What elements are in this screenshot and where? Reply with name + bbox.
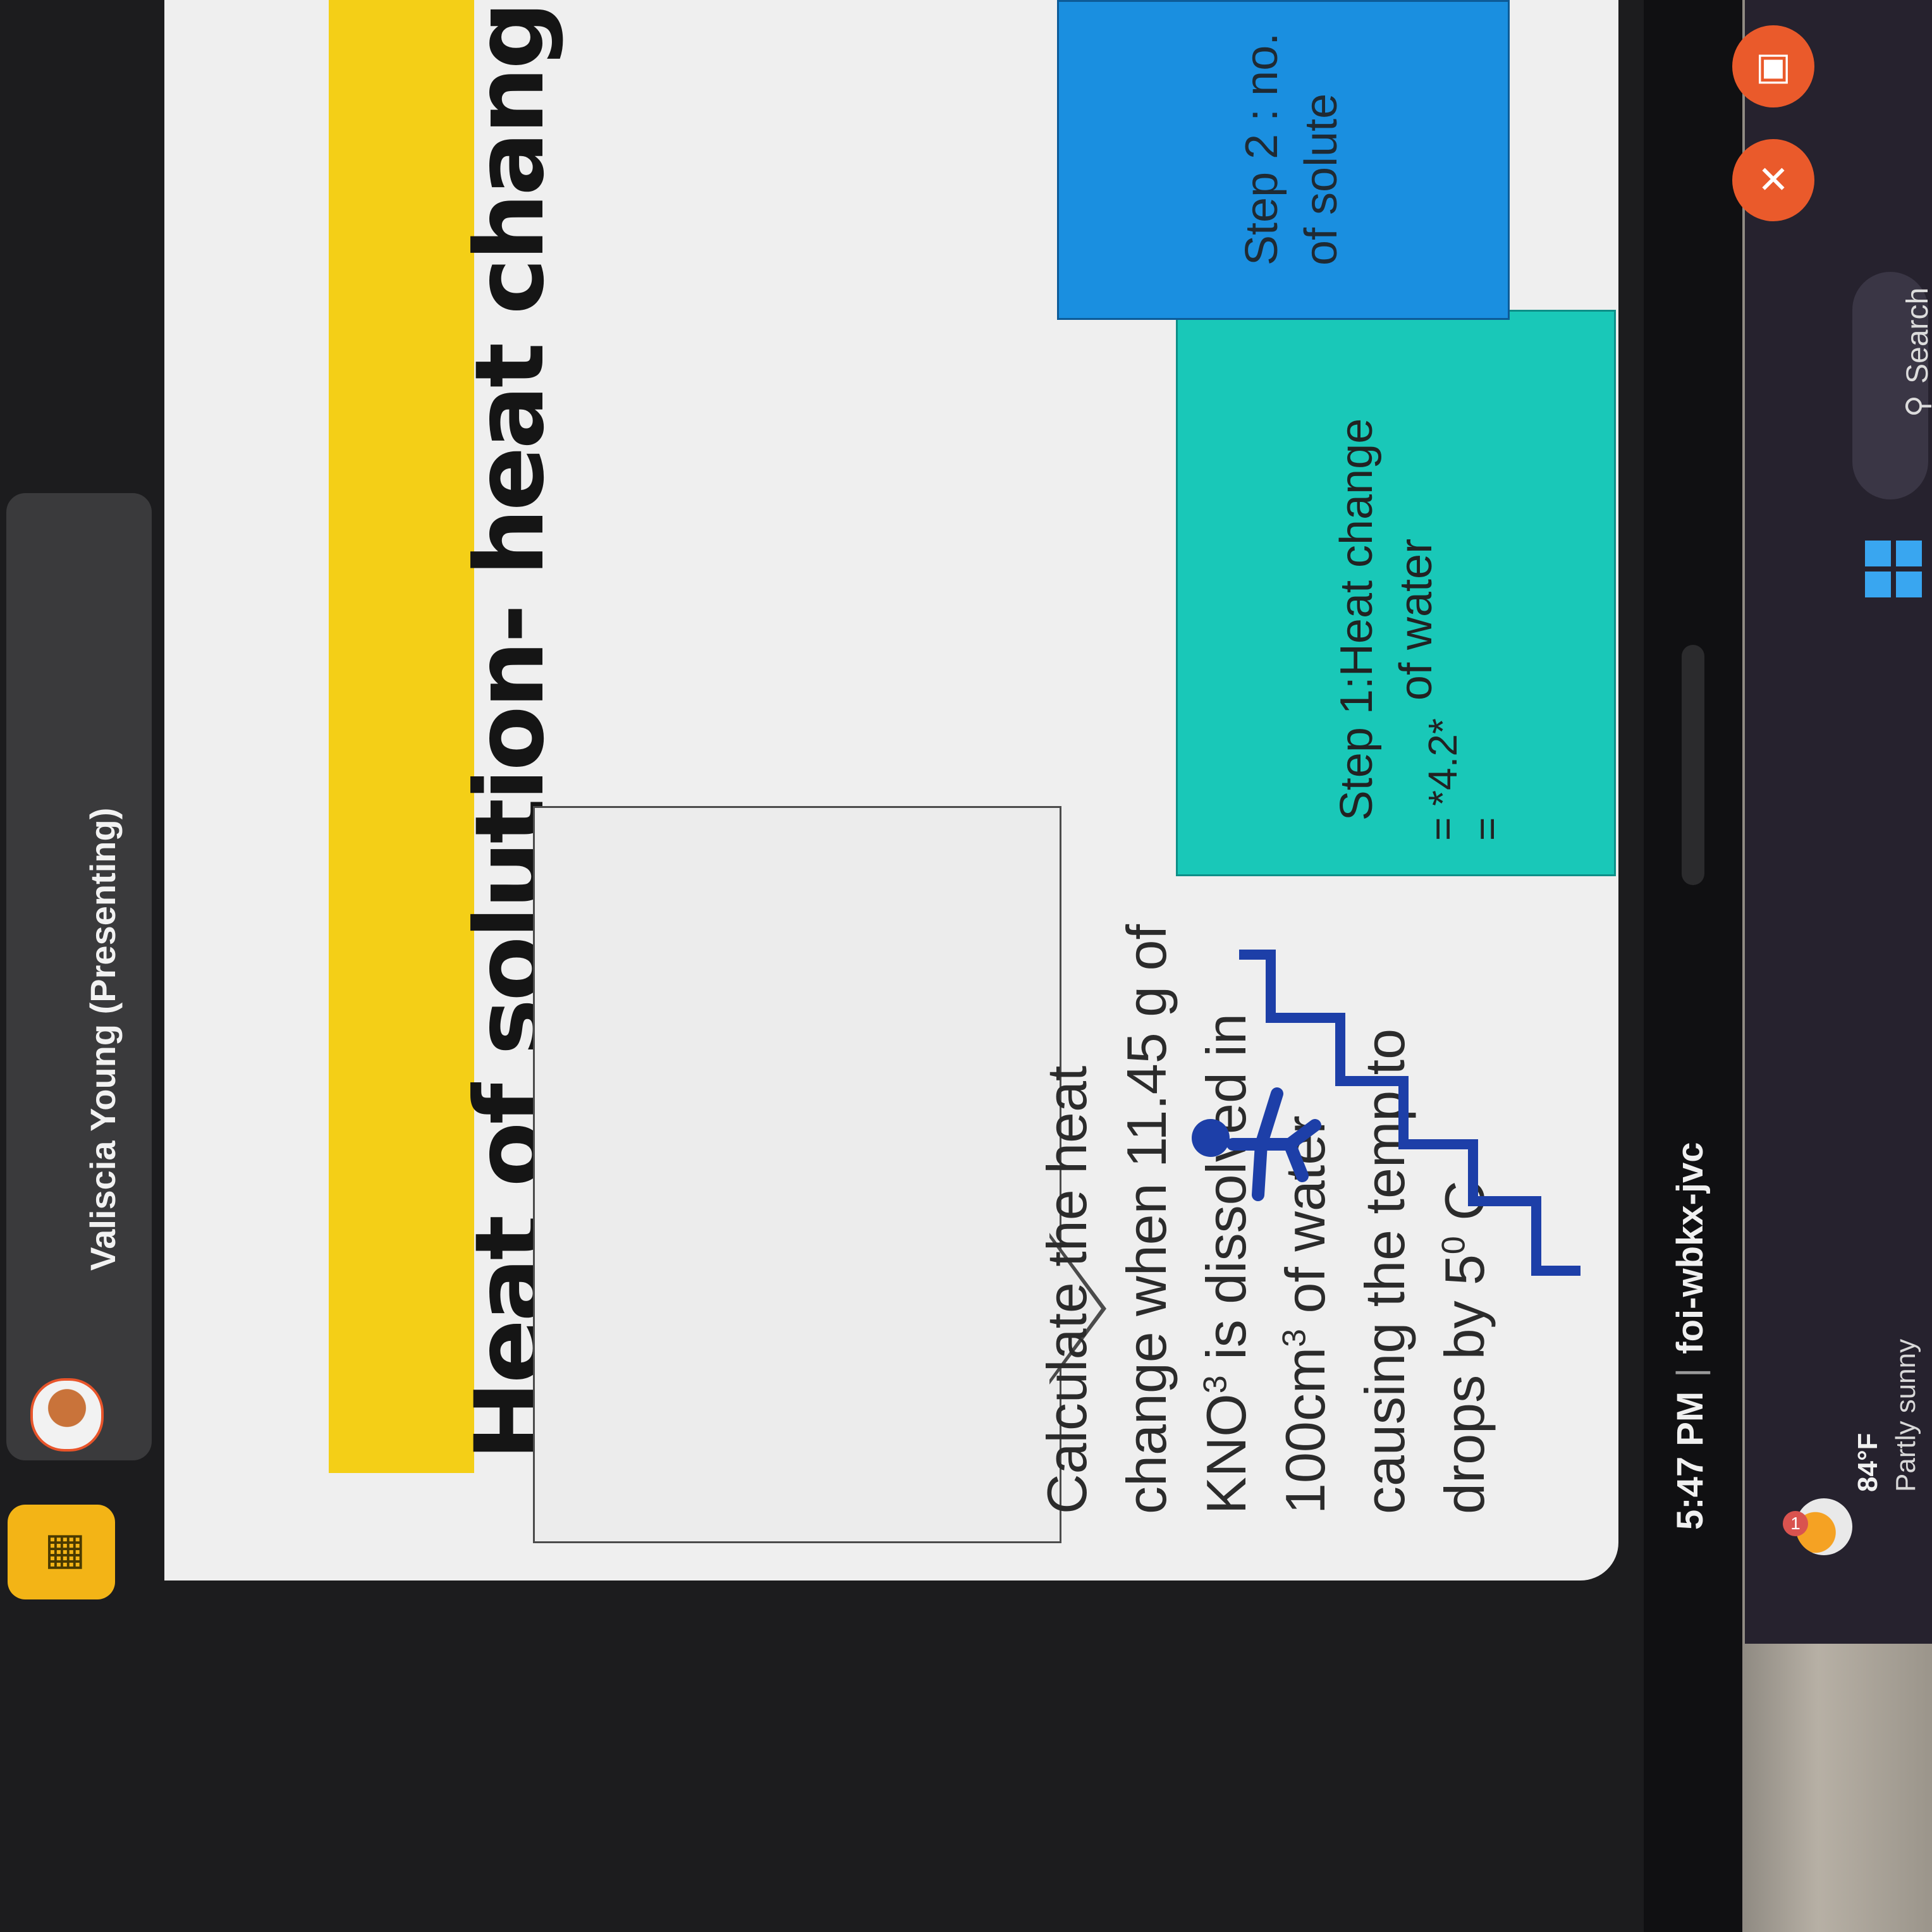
meeting-separator: | xyxy=(1670,1367,1711,1378)
mic-muted-button[interactable]: ✕ xyxy=(1732,139,1814,221)
weather-desc: Partly sunny xyxy=(1890,1338,1921,1492)
weather-badge: 1 xyxy=(1783,1511,1808,1536)
step2-text: Step 2 : no. of solute xyxy=(1237,32,1347,266)
presenter-avatar xyxy=(30,1378,104,1452)
present-icon: ▣ xyxy=(1755,45,1792,87)
slides-button[interactable]: ▦ xyxy=(8,1505,115,1599)
climber-head-icon xyxy=(1192,1119,1230,1157)
stairs-icon xyxy=(1239,950,1580,1276)
stairs-climber-graphic xyxy=(1192,950,1580,1276)
search-icon: ⚲ xyxy=(1901,394,1932,417)
monitor-bezel xyxy=(1644,0,1742,1932)
start-button[interactable] xyxy=(1865,541,1922,597)
step1-equation: = *4.2* xyxy=(1420,718,1465,841)
title-highlight xyxy=(329,0,474,1473)
meeting-time: 5:47 PM xyxy=(1670,1391,1711,1530)
meeting-info: 5:47 PM | foi-wbkx-jvc xyxy=(1669,1142,1711,1530)
mic-off-icon: ✕ xyxy=(1757,159,1790,201)
step1-equation-result: = xyxy=(1464,817,1510,841)
meeting-code: foi-wbkx-jvc xyxy=(1670,1142,1711,1354)
search-label: ⚲Search xyxy=(1900,288,1932,417)
question-line: Calculate the heat xyxy=(1036,1065,1098,1514)
weather-temp: 84°F xyxy=(1852,1433,1883,1492)
question-callout xyxy=(533,806,1061,1543)
presenter-label: Valiscia Young (Presenting) xyxy=(83,807,123,1271)
slides-icon: ▦ xyxy=(36,1531,86,1574)
stop-presenting-button[interactable]: ▣ xyxy=(1732,25,1814,107)
windows-logo-icon xyxy=(1865,541,1891,566)
presenter-bar xyxy=(6,493,152,1460)
windows-logo-icon xyxy=(1896,541,1922,566)
windows-logo-icon xyxy=(1865,572,1891,597)
photographed-screen: ▦ Valiscia Young (Presenting) Heat of so… xyxy=(0,0,1932,1932)
monitor-bezel-logo xyxy=(1682,645,1704,885)
windows-logo-icon xyxy=(1896,572,1922,597)
climber-body-icon xyxy=(1226,1087,1321,1201)
